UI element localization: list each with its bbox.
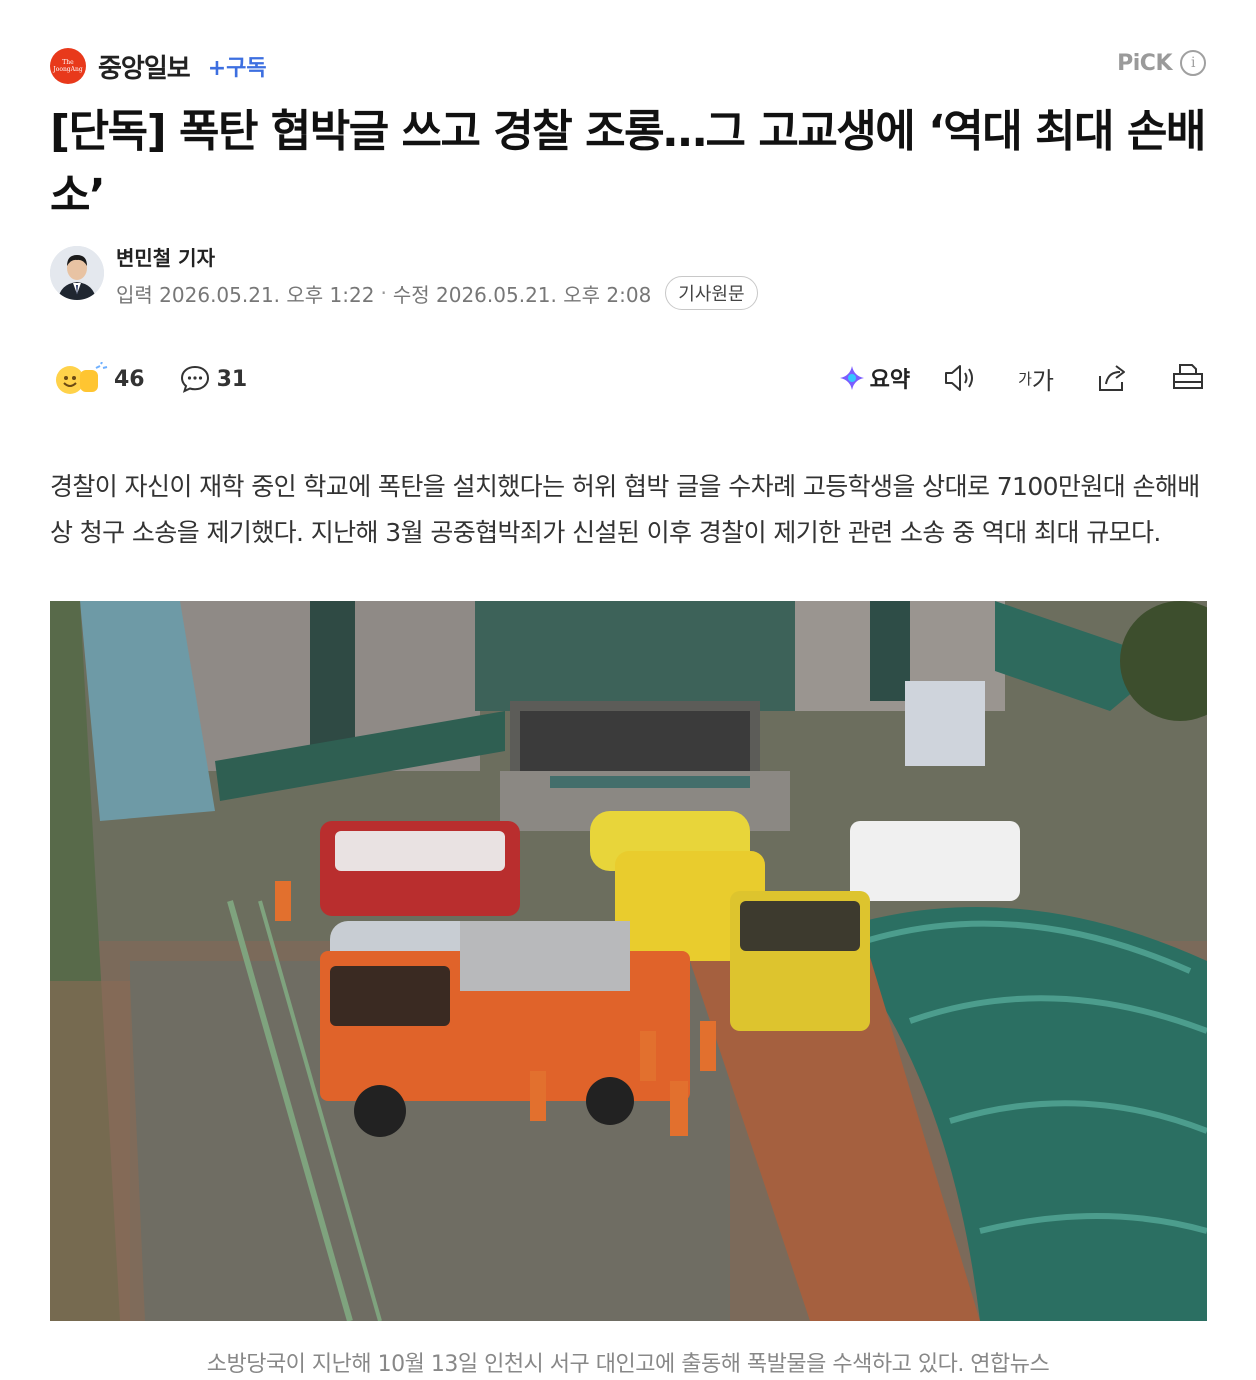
press-header: The JoongAng 중앙일보 +구독 PiCK i: [50, 46, 1206, 86]
reaction-count: 46: [114, 366, 145, 392]
original-article-button[interactable]: 기사원문: [665, 276, 758, 310]
comment-icon: [180, 365, 209, 393]
press-logo[interactable]: The JoongAng: [50, 48, 86, 84]
font-small-label: 가: [1018, 369, 1032, 388]
share-button[interactable]: [1094, 360, 1130, 396]
reaction-emoji-icon: [50, 362, 108, 396]
sparkle-icon: [839, 366, 864, 390]
summary-label: 요약: [869, 368, 911, 393]
photo-caption: 소방당국이 지난해 10월 13일 인천시 서구 대인고에 출동해 폭발물을 수…: [206, 1352, 1050, 1377]
article-tools: 요약 가가: [838, 360, 1206, 396]
comment-button[interactable]: 31: [179, 364, 248, 394]
byline: 변민철 기자 입력 2026.05.21. 오후 1:22 · 수정 2026.…: [50, 242, 1206, 312]
press-name[interactable]: 중앙일보: [98, 48, 191, 85]
input-date: 2026.05.21. 오후 1:22: [159, 282, 375, 307]
article-toolbar: 46 31 요약 가가: [50, 356, 1206, 402]
subscribe-button[interactable]: +구독: [208, 50, 267, 82]
print-button[interactable]: [1170, 360, 1206, 396]
font-size-button[interactable]: 가가: [1018, 361, 1054, 396]
article-photo[interactable]: [50, 601, 1207, 1321]
print-icon: [1173, 364, 1203, 389]
share-icon: [1099, 365, 1125, 391]
speaker-icon: [945, 365, 974, 391]
modified-label: 수정: [392, 282, 430, 307]
tts-button[interactable]: [942, 360, 978, 396]
reporter-avatar[interactable]: [50, 246, 104, 300]
comment-count: 31: [216, 366, 248, 392]
input-label: 입력: [116, 282, 153, 307]
modified-date: 2026.05.21. 오후 2:08: [436, 282, 652, 307]
info-icon[interactable]: i: [1180, 50, 1206, 76]
summary-button[interactable]: 요약: [838, 362, 910, 394]
reaction-button[interactable]: 46 31: [50, 362, 247, 396]
pick-label: PiCK: [1117, 50, 1172, 76]
date-separator: ·: [380, 281, 387, 305]
publish-dates: 입력 2026.05.21. 오후 1:22 · 수정 2026.05.21. …: [116, 276, 758, 310]
font-large-label: 가: [1031, 366, 1054, 395]
reporter-name[interactable]: 변민철 기자: [116, 242, 215, 271]
pick-badge[interactable]: PiCK i: [1117, 50, 1206, 76]
article-lead: 경찰이 자신이 재학 중인 학교에 폭탄을 설치했다는 허위 협박 글을 수차례…: [50, 472, 1200, 547]
article-title: [단독] 폭탄 협박글 쓰고 경찰 조롱…그 고교생에 ‘역대 최대 손배소’: [50, 106, 1206, 221]
